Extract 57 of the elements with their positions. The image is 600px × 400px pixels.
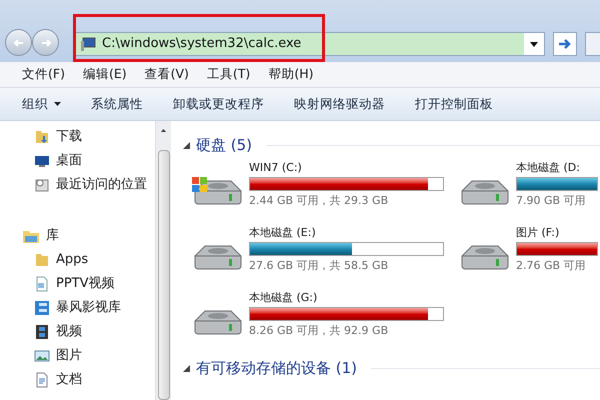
- free-space-text: 8.26 GB 可用，共 92.9 GB: [249, 323, 390, 339]
- drive-name[interactable]: 本地磁盘 (E:): [249, 224, 444, 242]
- scrollbar[interactable]: [155, 121, 171, 400]
- nav-item[interactable]: 最近访问的位置: [56, 175, 147, 195]
- group-heading[interactable]: 硬盘 (5): [196, 134, 252, 156]
- free-space-text: 2.44 GB 可用，共 29.3 GB: [249, 193, 390, 209]
- picture-icon: [34, 348, 50, 364]
- nav-item[interactable]: 下载: [56, 127, 82, 147]
- back-button[interactable]: [5, 29, 32, 56]
- toolbar-button[interactable]: 组织: [22, 94, 61, 114]
- arrow-right-icon: [558, 38, 572, 50]
- go-button[interactable]: [553, 32, 577, 56]
- nav-item[interactable]: Apps: [56, 250, 88, 270]
- free-space-text: 7.90 GB 可用: [516, 193, 587, 209]
- drive-name[interactable]: 图片 (F:): [516, 224, 598, 242]
- folder-icon: [34, 252, 50, 268]
- nav-item[interactable]: 文档: [56, 370, 82, 390]
- group-heading[interactable]: 有可移动存储的设备 (1): [196, 356, 358, 380]
- nav-item[interactable]: 视频: [56, 322, 82, 342]
- free-space-text: 2.76 GB 可用: [516, 258, 587, 274]
- film-strip-icon: [34, 324, 50, 340]
- nav-item[interactable]: 库: [46, 226, 59, 246]
- nav-item[interactable]: PPTV视频: [56, 274, 115, 294]
- menu-item[interactable]: 帮助(H): [268, 65, 314, 84]
- address-bar[interactable]: C:\windows\system32\calc.exe: [75, 32, 545, 56]
- menu-item[interactable]: 工具(T): [206, 65, 250, 84]
- drive-name[interactable]: 本地磁盘 (D:: [516, 159, 598, 177]
- nav-item[interactable]: 暴风影视库: [56, 298, 121, 318]
- free-space-text: 27.6 GB 可用，共 58.5 GB: [249, 258, 390, 274]
- drive-name[interactable]: WIN7 (C:): [249, 159, 444, 177]
- document-icon: [34, 372, 50, 388]
- dropdown-arrow-icon[interactable]: [530, 42, 538, 46]
- forward-button[interactable]: [32, 29, 59, 56]
- computer-icon: [80, 36, 96, 52]
- film-icon: [34, 300, 50, 316]
- nav-item[interactable]: 桌面: [56, 151, 82, 171]
- menu-item[interactable]: 编辑(E): [82, 65, 127, 84]
- monitor-icon: [34, 153, 50, 169]
- drive-name[interactable]: 本地磁盘 (G:): [249, 289, 444, 307]
- toolbar-button[interactable]: 卸载或更改程序: [173, 94, 264, 114]
- collapse-triangle-icon[interactable]: [183, 364, 190, 372]
- scroll-up-icon[interactable]: [160, 129, 167, 132]
- address-text: C:\windows\system32\calc.exe: [102, 35, 302, 54]
- arrow-right-icon: [40, 36, 52, 48]
- scrollbar-thumb[interactable]: [158, 150, 170, 400]
- toolbar-button[interactable]: 打开控制面板: [415, 94, 493, 114]
- menu-item[interactable]: 查看(V): [144, 65, 189, 84]
- document-icon: [34, 276, 50, 292]
- folder-icon: [34, 129, 50, 145]
- nav-item[interactable]: 图片: [56, 346, 82, 366]
- menu-item[interactable]: 文件(F): [22, 65, 65, 84]
- library-folder-icon: [22, 228, 40, 244]
- caret-icon: [54, 102, 61, 106]
- collapse-triangle-icon[interactable]: [183, 142, 190, 148]
- toolbar-button[interactable]: 系统属性: [91, 94, 143, 114]
- arrow-left-icon: [12, 36, 24, 48]
- toolbar-button[interactable]: 映射网络驱动器: [294, 94, 385, 114]
